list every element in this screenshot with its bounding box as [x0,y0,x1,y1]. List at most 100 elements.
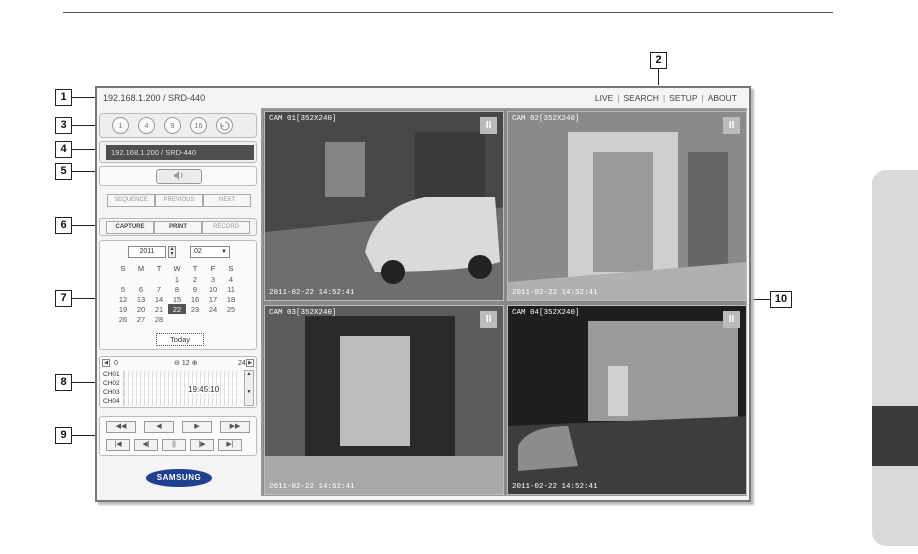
pause-icon[interactable]: II [723,117,740,134]
previous-button[interactable]: PREVIOUS [155,194,203,207]
calendar-day[interactable]: 28 [150,314,168,324]
sequence-button[interactable]: SEQUENCE [107,194,155,207]
nav-setup[interactable]: SETUP [669,93,697,103]
timeline-track[interactable] [123,370,237,379]
timeline-end-label: 24 [238,360,246,367]
calendar-day[interactable]: 15 [168,294,186,304]
camera-view-3[interactable]: CAM 03[352X240] II 2011-02-22 14:52:41 [264,305,504,495]
calendar-day[interactable]: 20 [132,304,150,314]
calendar-day[interactable]: 27 [132,314,150,324]
playback-controls: ◀◀ ◀ ▶ ▶▶ |◀ ◀| || |▶ ▶| [99,416,257,456]
pause-icon[interactable]: II [480,117,497,134]
speaker-icon[interactable] [156,169,202,184]
step-back-button[interactable]: ◀| [134,439,158,451]
timeline-scrollbar[interactable]: ▲ ▼ [244,370,254,406]
weekday-header: T [156,264,162,273]
calendar-day[interactable] [168,314,186,324]
month-select[interactable]: 02 ▼ [190,246,230,258]
calendar-day[interactable]: 21 [150,304,168,314]
calendar-day[interactable]: 16 [186,294,204,304]
calendar-day-selected[interactable]: 22 [168,304,186,314]
callout-4: 4 [55,141,72,158]
calendar-day[interactable]: 14 [150,294,168,304]
weekday-header: S [228,264,234,273]
timeline-prev-icon[interactable]: ◀ [102,359,110,367]
calendar-day[interactable]: 24 [204,304,222,314]
year-spinner-icon[interactable]: ▲ ▼ [168,246,176,258]
audio-panel [99,166,257,186]
nav-live[interactable]: LIVE [595,93,613,103]
calendar-day[interactable]: 4 [222,274,240,284]
zoom-out-icon[interactable]: ⊖ [174,360,180,367]
pause-icon[interactable]: II [480,311,497,328]
timeline-next-icon[interactable]: ▶ [246,359,254,367]
year-field[interactable]: 2011 [128,246,166,258]
auto-sequence-icon[interactable] [216,117,233,134]
timeline-track[interactable] [123,379,237,388]
calendar-day[interactable]: 3 [204,274,222,284]
calendar-day[interactable]: 5 [114,284,132,294]
camera-timestamp: 2011-02-22 14:52:41 [269,289,355,297]
timeline-track[interactable] [123,397,237,406]
timeline-row: CH01 [103,370,237,379]
nav-about[interactable]: ABOUT [708,93,737,103]
calendar-day[interactable]: 19 [114,304,132,314]
calendar-day[interactable]: 17 [204,294,222,304]
calendar-day[interactable]: 11 [222,284,240,294]
go-first-button[interactable]: |◀ [106,439,130,451]
device-entry[interactable]: 192.168.1.200 / SRD-440 [106,145,254,160]
calendar-day[interactable] [150,274,168,284]
top-nav: LIVE | SEARCH | SETUP | ABOUT [595,93,737,103]
fast-rewind-button[interactable]: ◀◀ [106,421,136,433]
calendar-day[interactable]: 25 [222,304,240,314]
camera-view-4[interactable]: CAM 04[352X240] II 2011-02-22 14:52:41 [507,305,747,495]
weekday-header: S [120,264,126,273]
callout-3: 3 [55,117,72,134]
calendar-day[interactable]: 23 [186,304,204,314]
print-button[interactable]: PRINT [154,220,202,234]
camera-2-image [508,112,746,300]
camera-timestamp: 2011-02-22 14:52:41 [512,289,598,297]
calendar-day[interactable] [204,314,222,324]
split-1-button[interactable]: 1 [112,117,129,134]
camera-view-1[interactable]: CAM 01[352X240] II 2011-02-22 14:52:41 [264,111,504,301]
calendar-day[interactable]: 12 [114,294,132,304]
split-9-button[interactable]: 9 [164,117,181,134]
side-tab [872,170,918,546]
calendar-day[interactable] [222,314,240,324]
calendar-day[interactable]: 1 [168,274,186,284]
next-button[interactable]: NEXT [203,194,251,207]
record-button[interactable]: RECORD [202,220,250,234]
today-button[interactable]: Today [156,333,204,346]
callout-8: 8 [55,374,72,391]
split-4-button[interactable]: 4 [138,117,155,134]
timeline-track[interactable] [123,388,237,397]
pause-icon[interactable]: II [723,311,740,328]
step-forward-button[interactable]: |▶ [190,439,214,451]
calendar-day[interactable] [132,274,150,284]
rewind-button[interactable]: ◀ [144,421,174,433]
callout-1-leader [72,97,96,98]
calendar-day[interactable]: 7 [150,284,168,294]
nav-search[interactable]: SEARCH [624,93,659,103]
calendar-day[interactable]: 9 [186,284,204,294]
play-button[interactable]: ▶ [182,421,212,433]
capture-button[interactable]: CAPTURE [106,220,154,234]
calendar-day[interactable]: 10 [204,284,222,294]
calendar-day[interactable] [114,274,132,284]
calendar-day[interactable]: 6 [132,284,150,294]
calendar-day[interactable]: 13 [132,294,150,304]
calendar-day[interactable]: 26 [114,314,132,324]
go-last-button[interactable]: ▶| [218,439,242,451]
zoom-in-icon[interactable]: ⊕ [192,360,198,367]
calendar-day[interactable] [186,314,204,324]
calendar-day[interactable]: 2 [186,274,204,284]
camera-view-2[interactable]: CAM 02[352X240] II 2011-02-22 14:52:41 [507,111,747,301]
timeline-panel: ◀ 0 ⊖ 12 ⊕ 24 ▶ CH01 CH02 CH03 CH04 19:4… [99,356,257,408]
calendar-day[interactable]: 8 [168,284,186,294]
fast-forward-button[interactable]: ▶▶ [220,421,250,433]
pause-button[interactable]: || [162,439,186,451]
calendar-day[interactable]: 18 [222,294,240,304]
camera-label: CAM 02[352X240] [512,115,580,123]
split-16-button[interactable]: 16 [190,117,207,134]
